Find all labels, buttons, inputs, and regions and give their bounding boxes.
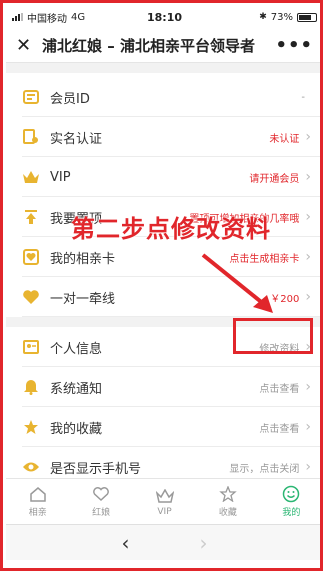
tab-dating[interactable]: 相亲 xyxy=(6,479,69,524)
tab-label: 收藏 xyxy=(218,508,237,518)
screen-frame: 中国移动 4G 18:10 ✱ 73% ✕ 浦北红娘 – 浦北相亲平台领导者 •… xyxy=(0,0,323,571)
highlight-box xyxy=(233,318,313,354)
tab-vip[interactable]: VIP xyxy=(133,479,196,524)
smile-icon xyxy=(282,485,300,503)
tab-favorites[interactable]: 收藏 xyxy=(196,479,259,524)
browser-bottom-bar: ‹ › xyxy=(6,524,320,560)
heart-icon xyxy=(92,485,110,503)
tab-mine[interactable]: 我的 xyxy=(260,479,320,524)
tab-label: 相亲 xyxy=(28,508,47,518)
tab-label: 红娘 xyxy=(92,508,111,518)
forward-arrow-icon[interactable]: › xyxy=(200,531,208,555)
tab-matchmaker[interactable]: 红娘 xyxy=(69,479,132,524)
star-icon xyxy=(219,485,237,503)
tab-label: 我的 xyxy=(282,508,301,518)
tab-bar: 相亲 红娘 VIP 收藏 我的 xyxy=(6,478,320,524)
home-icon xyxy=(29,485,47,503)
tab-label: VIP xyxy=(157,506,172,517)
back-arrow-icon[interactable]: ‹ xyxy=(122,531,130,555)
crown-icon xyxy=(155,487,174,505)
